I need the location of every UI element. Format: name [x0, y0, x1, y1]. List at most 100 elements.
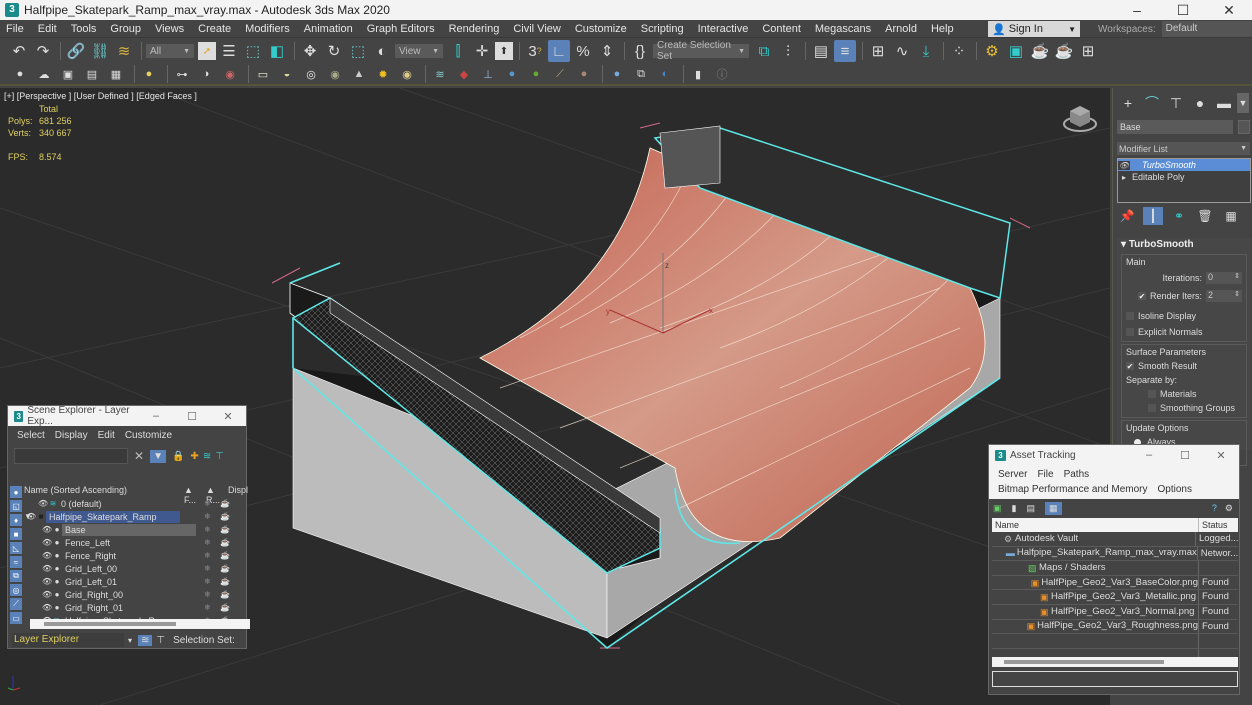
scene-tree-row[interactable]: ▼ 👁 ■ Halfpipe_Skatepark_Ramp ❄ ☕ [24, 510, 254, 523]
clear-search-icon[interactable]: ✕ [134, 449, 144, 463]
sign-in-dropdown[interactable]: 👤 Sign In ▼ [988, 21, 1080, 37]
display-tab-icon[interactable]: ▬ [1213, 93, 1235, 113]
stack-item-turbosmooth[interactable]: 👁 TurboSmooth [1118, 159, 1250, 171]
eye-icon[interactable]: 👁 [26, 512, 36, 521]
scatter-icon[interactable]: ⟋ [550, 65, 570, 83]
column-renderable[interactable]: ▲ R... [206, 485, 228, 505]
teapot-icon[interactable]: ● [10, 65, 30, 83]
fur-icon[interactable]: ≋ [430, 65, 450, 83]
decal-icon[interactable]: ● [574, 65, 594, 83]
renderable-teapot-icon[interactable]: ☕ [220, 499, 230, 508]
scroll-thumb[interactable] [44, 622, 176, 626]
redo-icon[interactable]: ↷ [32, 40, 54, 62]
groups-filter-icon[interactable]: ⧉ [10, 570, 22, 582]
scene-search-input[interactable] [14, 448, 128, 464]
menu-group[interactable]: Group [103, 20, 148, 38]
close-button[interactable]: ✕ [1203, 449, 1239, 462]
display-all-icon[interactable]: ▭ [10, 612, 22, 624]
workspaces-dropdown[interactable]: Default ▼ [1161, 21, 1252, 37]
freeze-icon[interactable]: ❄ [204, 590, 211, 599]
scene-explorer-hscrollbar[interactable] [30, 619, 250, 629]
renderable-teapot-icon[interactable]: ☕ [220, 577, 230, 586]
sun-icon[interactable]: ✹ [373, 65, 393, 83]
asset-hscrollbar[interactable] [992, 657, 1238, 667]
move-icon[interactable]: ✥ [299, 40, 321, 62]
menu-select[interactable]: Select [12, 428, 50, 443]
menu-modifiers[interactable]: Modifiers [238, 20, 297, 38]
mesh-light-icon[interactable]: ◉ [325, 65, 345, 83]
rollout-title[interactable]: ▾ TurboSmooth [1117, 238, 1251, 252]
menu-megascans[interactable]: Megascans [808, 20, 878, 38]
menu-views[interactable]: Views [148, 20, 191, 38]
make-unique-icon[interactable]: ⚭ [1169, 207, 1189, 225]
eye-icon[interactable]: 👁 [38, 499, 48, 508]
selection-filter-dropdown[interactable]: All ▼ [146, 44, 194, 58]
menu-rendering[interactable]: Rendering [442, 20, 507, 38]
freeze-icon[interactable]: ❄ [204, 525, 211, 534]
scene-tree-row[interactable]: 👁 ● Fence_Left ❄ ☕ [24, 536, 254, 549]
rect-selection-icon[interactable]: ⬚ [242, 40, 264, 62]
render-iters-spinner[interactable]: 2 ⇕ [1206, 290, 1242, 302]
modifier-list-dropdown[interactable]: Modifier List ▼ [1117, 142, 1250, 155]
eye-icon[interactable]: 👁 [42, 590, 52, 599]
column-display[interactable]: Displ [228, 485, 248, 497]
eye-icon[interactable]: 👁 [42, 538, 52, 547]
scene-tree-row[interactable]: 👁 ≋ 0 (default) ❄ ☕ [24, 497, 254, 510]
viewcube-icon[interactable] [1062, 104, 1098, 134]
placement-icon[interactable]: ◐ [371, 40, 393, 62]
scene-tree-row[interactable]: 👁 ● Grid_Left_01 ❄ ☕ [24, 575, 254, 588]
xrefs-filter-icon[interactable]: ◎ [10, 584, 22, 596]
toggle-layer-explorer-icon[interactable]: ≡ [834, 40, 856, 62]
help-icon[interactable]: ⓘ [712, 65, 732, 83]
dome-light-icon[interactable]: ◒ [277, 65, 297, 83]
select-manipulate-icon[interactable]: ✛ [471, 40, 493, 62]
menu-create[interactable]: Create [191, 20, 238, 38]
object-name-field[interactable]: Base [1117, 120, 1233, 134]
create-selection-set-dropdown[interactable]: Create Selection Set ▼ [653, 40, 749, 62]
reference-coord-dropdown[interactable]: View ▼ [395, 44, 443, 58]
scene-tree-row[interactable]: 👁 ● Grid_Right_01 ❄ ☕ [24, 601, 254, 614]
freeze-icon[interactable]: ❄ [204, 512, 211, 521]
pivot-center-icon[interactable]: ⫿ [447, 40, 469, 62]
remove-modifier-icon[interactable]: 🗑 [1195, 207, 1215, 225]
scene-tree-row[interactable]: 👁 ● Base ❄ ☕ [24, 523, 254, 536]
asset-tracking-titlebar[interactable]: 3 Asset Tracking – ☐ ✕ [989, 445, 1239, 465]
freeze-icon[interactable]: ❄ [204, 538, 211, 547]
lock-icon[interactable]: 🔒 [172, 451, 184, 462]
menu-tools[interactable]: Tools [64, 20, 104, 38]
renderable-teapot-icon[interactable]: ☕ [220, 525, 230, 534]
menu-options[interactable]: Options [1153, 482, 1197, 497]
menu-civil-view[interactable]: Civil View [506, 20, 567, 38]
spinner-snap-icon[interactable]: ⇕ [596, 40, 618, 62]
asset-path-field[interactable] [992, 671, 1238, 687]
freeze-icon[interactable]: ❄ [204, 551, 211, 560]
table-icon[interactable]: ▦ [106, 65, 126, 83]
maximize-button[interactable]: ☐ [174, 410, 210, 423]
minimize-button[interactable]: – [1131, 449, 1167, 462]
layers-icon[interactable]: ≋ [203, 451, 211, 462]
menu-edit[interactable]: Edit [93, 428, 120, 443]
undo-icon[interactable]: ↶ [8, 40, 30, 62]
column-status[interactable]: Status [1199, 518, 1228, 532]
render-production-icon[interactable]: ☕ [1029, 40, 1051, 62]
menu-help[interactable]: Help [924, 20, 961, 38]
menu-arnold[interactable]: Arnold [878, 20, 924, 38]
renderable-teapot-icon[interactable]: ☕ [220, 512, 230, 521]
object-color-swatch[interactable] [1238, 120, 1250, 134]
cameras-filter-icon[interactable]: ■ [10, 528, 22, 540]
material-editor-icon[interactable]: ⁘ [948, 40, 970, 62]
rendered-frame-window-icon[interactable]: ▣ [1005, 40, 1027, 62]
scale-icon[interactable]: ⬚ [347, 40, 369, 62]
eye-icon[interactable]: 👁 [42, 577, 52, 586]
materials-checkbox[interactable] [1148, 390, 1156, 398]
viewport-label[interactable]: [+] [Perspective ] [User Defined ] [Edge… [4, 91, 197, 101]
isoline-display-checkbox[interactable] [1126, 312, 1134, 320]
freeze-icon[interactable]: ❄ [204, 577, 211, 586]
pin-stack-icon[interactable]: 📌 [1117, 207, 1137, 225]
light-lister-icon[interactable]: ● [139, 65, 159, 83]
mirror-icon[interactable]: ⧉ [753, 40, 775, 62]
eye-icon[interactable]: 👁 [1118, 160, 1130, 170]
freeze-icon[interactable]: ❄ [204, 564, 211, 573]
menu-paths[interactable]: Paths [1059, 467, 1095, 482]
asset-row[interactable]: ⚙ Autodesk Vault Logged... [992, 532, 1238, 547]
